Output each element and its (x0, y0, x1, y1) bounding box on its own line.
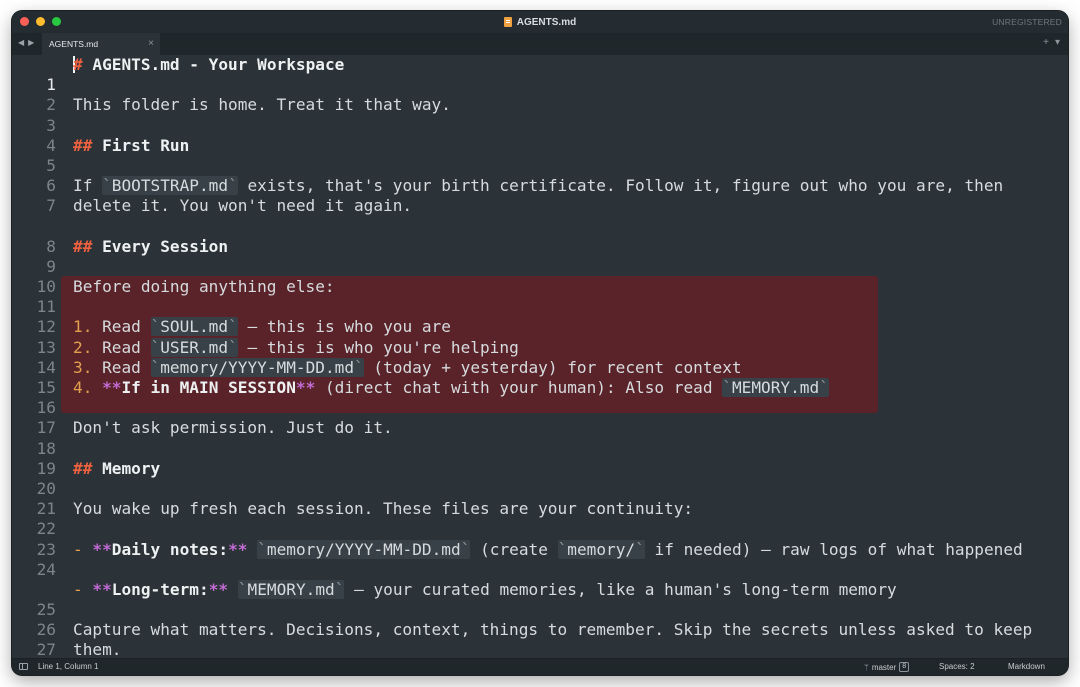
line-text: Capture what matters. Decisions, context… (73, 620, 1042, 659)
indentation-selector[interactable]: Spaces: 2 (939, 662, 975, 671)
minimize-window-button[interactable] (36, 17, 45, 26)
list-number: 2. (73, 337, 93, 357)
code-line[interactable]: 14 2. Read `USER.md` — this is who you'r… (12, 337, 1068, 377)
heading-text: Every Session (102, 236, 229, 256)
syntax-selector[interactable]: Markdown (1008, 662, 1045, 671)
tab-menu-icon[interactable]: ▾ (1055, 37, 1060, 48)
list-number: 3. (73, 357, 93, 377)
inline-code: `BOOTSTRAP.md` (102, 176, 238, 196)
tab-navigation: ◀ ▶ (18, 38, 34, 47)
code-line[interactable]: 12 (12, 297, 1068, 336)
window-title: AGENTS.md (503, 16, 577, 28)
line-text: If (73, 176, 103, 196)
heading-marker: ## (73, 458, 93, 478)
code-line[interactable]: 13 1. Read `SOUL.md` — this is who you a… (12, 317, 1068, 357)
heading-text: Memory (102, 458, 161, 478)
close-tab-icon[interactable]: × (148, 38, 154, 49)
heading-text: First Run (102, 135, 190, 155)
code-line[interactable]: 5 ## First Run (12, 135, 1068, 175)
title-bar: AGENTS.md UNREGISTERED (12, 11, 1068, 33)
line-number: 24 (36, 559, 56, 579)
forward-arrow-icon[interactable]: ▶ (28, 38, 34, 47)
code-line[interactable]: 10 (12, 257, 1068, 296)
list-bullet: - (73, 579, 83, 599)
line-text: Before doing anything else: (73, 277, 335, 297)
code-line[interactable]: 4 (12, 116, 1068, 155)
line-text: Don't ask permission. Just do it. (73, 418, 393, 438)
editor-window: AGENTS.md UNREGISTERED ◀ ▶ AGENTS.md × +… (12, 11, 1068, 675)
tab-bar: ◀ ▶ AGENTS.md × + ▾ (12, 33, 1068, 56)
heading-text: AGENTS.md - Your Workspace (92, 55, 345, 74)
inline-code: `memory/` (557, 539, 645, 559)
close-window-button[interactable] (20, 17, 29, 26)
code-line[interactable]: 25 - **Long-term:** `MEMORY.md` — your c… (12, 579, 1068, 619)
code-line[interactable]: 1 # AGENTS.md - Your Workspace (12, 55, 1068, 94)
line-number: 7 (46, 196, 56, 216)
code-line[interactable]: 21 (12, 479, 1068, 518)
inline-code: `MEMORY.md` (237, 579, 345, 599)
license-status: UNREGISTERED (992, 17, 1062, 27)
code-line[interactable]: 11 Before doing anything else: (12, 277, 1068, 316)
git-branch-status[interactable]: ᛘ master 8 (864, 662, 910, 672)
code-line[interactable]: 18 Don't ask permission. Just do it. (12, 418, 1068, 457)
code-line[interactable]: 9 ## Every Session (12, 236, 1068, 276)
sidebar-toggle-icon[interactable] (19, 663, 28, 670)
inline-code: `memory/YYYY-MM-DD.md` (257, 539, 471, 559)
code-line[interactable]: 6 (12, 156, 1068, 195)
inline-code: `memory/YYYY-MM-DD.md` (150, 357, 364, 377)
window-controls (20, 17, 61, 26)
editor-area[interactable]: 1 # AGENTS.md - Your Workspace 2 3 This … (12, 55, 1068, 659)
new-tab-icon[interactable]: + (1043, 37, 1049, 48)
code-line[interactable]: 20 ## Memory (12, 458, 1068, 498)
code-line[interactable]: 23 (12, 519, 1068, 559)
code-line[interactable]: 27 Capture what matters. Decisions, cont… (12, 620, 1068, 659)
code-line[interactable]: 8 (12, 217, 1068, 256)
inline-code: `SOUL.md` (150, 317, 238, 337)
git-branch-icon: ᛘ (864, 662, 869, 672)
heading-marker: ## (73, 135, 93, 155)
code-line[interactable]: 2 (12, 75, 1068, 114)
line-text: This folder is home. Treat it that way. (73, 95, 451, 115)
line-text: You wake up fresh each session. These fi… (73, 499, 694, 519)
bold-text: Long-term: (111, 579, 209, 599)
line-number: 27 (36, 640, 56, 659)
code-view[interactable]: 1 # AGENTS.md - Your Workspace 2 3 This … (12, 55, 1068, 659)
bold-text: If in MAIN SESSION (121, 378, 296, 398)
markdown-file-icon (503, 17, 512, 27)
inline-code: `MEMORY.md` (722, 378, 829, 398)
list-number: 1. (73, 317, 93, 337)
code-line[interactable]: 19 (12, 439, 1068, 478)
branch-count-badge: 8 (899, 662, 910, 672)
heading-marker: # (73, 55, 83, 74)
tab-agents-md[interactable]: AGENTS.md × (42, 33, 160, 55)
tab-label: AGENTS.md (49, 39, 99, 49)
cursor-position: Line 1, Column 1 (38, 662, 99, 671)
code-line[interactable]: 7 If `BOOTSTRAP.md` exists, that's your … (12, 176, 1068, 216)
zoom-window-button[interactable] (52, 17, 61, 26)
code-line[interactable]: 16 4. **If in MAIN SESSION** (direct cha… (12, 378, 1068, 417)
branch-name: master (871, 662, 897, 672)
code-line[interactable]: 3 This folder is home. Treat it that way… (12, 95, 1068, 134)
inline-code: `USER.md` (150, 337, 238, 357)
back-arrow-icon[interactable]: ◀ (18, 38, 24, 47)
code-line[interactable]: 17 (12, 398, 1068, 437)
code-line[interactable]: 26 (12, 600, 1068, 639)
window-title-text: AGENTS.md (516, 16, 577, 28)
code-line[interactable]: 22 You wake up fresh each session. These… (12, 499, 1068, 538)
code-line[interactable]: 24 - **Daily notes:** `memory/YYYY-MM-DD… (12, 539, 1068, 580)
heading-marker: ## (73, 236, 93, 256)
list-number: 4. (73, 378, 93, 398)
list-bullet: - (73, 539, 83, 559)
tab-tools: + ▾ (1043, 37, 1060, 48)
status-bar: Line 1, Column 1 ᛘ master 8 Spaces: 2 Ma… (12, 658, 1068, 675)
code-line[interactable]: 15 3. Read `memory/YYYY-MM-DD.md` (today… (12, 357, 1068, 397)
bold-text: Daily notes: (111, 539, 229, 559)
